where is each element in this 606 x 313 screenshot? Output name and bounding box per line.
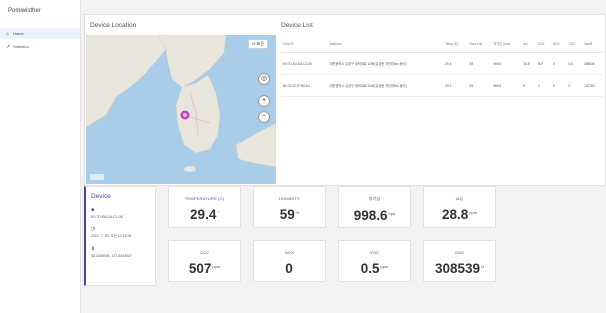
metric-temperature: TEMPERATURE (C) 29.4° [168, 186, 241, 228]
home-icon: ⌂ [6, 30, 10, 37]
metric-value: 29.4° [190, 207, 219, 222]
column-header: Temp (C) [443, 35, 468, 53]
table-row[interactable]: E0:7D:EA:DA:C1:08 대전광역시 유성구 대덕대로 1189(유성… [281, 52, 603, 75]
metric-label: NOX [284, 250, 295, 255]
table-row[interactable]: B0:01:02:7F:B0:A1 대전광역시 유성구 대덕대로 1189(유성… [281, 74, 603, 97]
cell-iaq: 28.8 [521, 52, 536, 75]
cell-gasr: 308539 [582, 52, 603, 75]
metric-nox: NOX 0 [253, 240, 326, 282]
metric-label: VOC [369, 250, 380, 255]
column-header: GasR [582, 35, 603, 53]
device-time-value: 2022. 7. 30. 오전 12:18:34 [91, 234, 132, 238]
column-header: Address [327, 35, 444, 53]
top-panel: Device Location Device List ⊡ 표준 ◎ + − C… [84, 14, 606, 186]
chart-icon: ↗ [6, 43, 11, 50]
metric-label: HUMIDITY [279, 196, 300, 201]
metric-value: 0 [285, 261, 293, 276]
metric-iaq: IAQ 28.8ppm [423, 186, 496, 228]
table-header-row: Chip ID Address Temp (C) Hum (%) 대기압 (hp… [281, 35, 603, 53]
cell-nox: 0 [550, 74, 567, 97]
column-header: VOC [566, 35, 583, 53]
metric-label: CO2 [200, 250, 209, 255]
sidebar-item-label: Home [13, 31, 24, 36]
sidebar-item-statistics[interactable]: ↗ Statistics [0, 41, 80, 52]
column-header: Hum (%) [467, 35, 492, 53]
column-header: CO2 [535, 35, 551, 53]
metric-value: 998.6hpa [353, 208, 396, 223]
device-card-title: Device [91, 193, 111, 200]
metric-gas: GAS 308539Ω [423, 240, 496, 282]
metric-value: 308539Ω [434, 261, 485, 276]
cell-hum: 55 [467, 74, 492, 97]
column-header: 대기압 (hpa) [491, 35, 522, 53]
device-chip-id-value: E0:7D:EA:DA:C1:08 [91, 215, 123, 219]
metric-value: 0.5ppm [360, 261, 389, 276]
app-brand: Pomiwisther [8, 8, 41, 14]
cell-co2: 0 [535, 74, 551, 97]
map-compass-icon[interactable]: ◎ [258, 73, 270, 85]
location-pin-icon: ⬇ [91, 246, 96, 252]
map-graphic [86, 35, 276, 184]
metric-pressure: 대기압 998.6hpa [338, 186, 411, 228]
cell-gasr: 142784 [582, 74, 603, 97]
map-panel-title: Device Location [90, 22, 137, 29]
sidebar-nav: ⌂ Home ↗ Statistics [0, 28, 80, 52]
cell-pressure: 998.6 [491, 52, 522, 75]
metric-value: 59% [279, 207, 300, 222]
cell-address: 대전광역시 유성구 대덕대로 1189(유성동 가단위5cs 동지) [327, 52, 444, 75]
cell-co2: 507 [535, 52, 551, 75]
cell-voc: 0.5 [566, 52, 583, 75]
metric-label: TEMPERATURE (C) [184, 196, 225, 201]
column-header: NOX [550, 35, 567, 53]
zoom-out-button[interactable]: − [258, 111, 270, 123]
metric-label: 대기압 [368, 196, 381, 201]
metric-label: IAQ [455, 196, 464, 201]
cell-hum: 59 [467, 52, 492, 75]
device-list-title: Device List [281, 22, 313, 29]
map-type-button[interactable]: ⊡ 표준 [248, 39, 268, 49]
metric-value: 28.8ppm [441, 207, 478, 222]
cell-chip-id: B0:01:02:7F:B0:A1 [281, 74, 328, 97]
sidebar-item-label: Statistics [13, 44, 30, 49]
cell-iaq: 0 [521, 74, 536, 97]
metric-co2: CO2 507ppm [168, 240, 241, 282]
metric-label: GAS [454, 250, 465, 255]
device-card: Device ■ E0:7D:EA:DA:C1:08 ◷ 2022. 7. 30… [84, 186, 156, 286]
metric-value: 507ppm [188, 261, 221, 276]
sidebar-item-home[interactable]: ⌂ Home [0, 28, 80, 39]
cell-temp: 33.2 [443, 74, 468, 97]
clock-icon: ◷ [91, 226, 96, 232]
cell-chip-id: E0:7D:EA:DA:C1:08 [281, 52, 328, 75]
zoom-in-button[interactable]: + [258, 95, 270, 107]
device-chip-id: ■ E0:7D:EA:DA:C1:08 [86, 207, 155, 219]
device-location: ⬇ 36.4250006, 127.4444047 [86, 246, 155, 258]
chip-icon: ■ [91, 207, 95, 213]
metric-humidity: HUMIDITY 59% [253, 186, 326, 228]
device-coords-value: 36.4250006, 127.4444047 [91, 254, 132, 258]
cell-address: 대전광역시 유성구 대덕대로 1189(유성동 가단위5cs 동지) [327, 74, 444, 97]
device-table: Chip ID Address Temp (C) Hum (%) 대기압 (hp… [281, 35, 603, 97]
device-map[interactable]: ⊡ 표준 ◎ + − [86, 35, 276, 184]
cell-temp: 29.4 [443, 52, 468, 75]
device-time: ◷ 2022. 7. 30. 오전 12:18:34 [86, 226, 155, 239]
cell-pressure: 989.6 [491, 74, 522, 97]
column-header: Chip ID [281, 35, 328, 53]
sidebar: Pomiwisther ⌂ Home ↗ Statistics [0, 0, 81, 313]
metric-voc: VOC 0.5ppm [338, 240, 411, 282]
cell-nox: 0 [550, 52, 567, 75]
cell-voc: 0 [566, 74, 583, 97]
column-header: iaq [521, 35, 536, 53]
